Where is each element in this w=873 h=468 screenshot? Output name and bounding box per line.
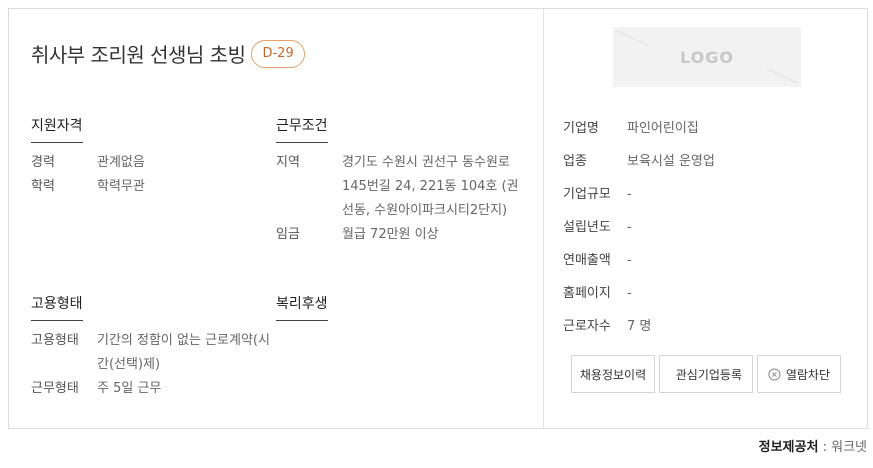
region-value-line: 경기도 수원시 권선구 동수원로 [342,155,510,170]
work-schedule-value: 주 5일 근무 [97,381,162,396]
block-view-button[interactable]: 열람차단 [757,355,841,393]
history-button-label: 채용정보이력 [579,367,647,382]
company-size-label: 기업규모 [563,187,611,202]
employment-type-label: 고용형태 [31,333,79,348]
revenue-label: 연매출액 [563,253,611,268]
close-circle-icon [768,367,781,381]
employment-row-schedule: 근무형태 주 5일 근무 [31,377,161,401]
block-button-label: 열람차단 [785,367,830,382]
action-buttons: 채용정보이력 관심기업등록 열람차단 [571,355,841,393]
vertical-divider [543,9,544,428]
education-value: 학력무관 [97,179,145,194]
source-separator: : [818,440,832,455]
job-card: 취사부 조리원 선생님 초빙 D-29 지원자격 경력 관계없음 학력 학력무관… [8,8,868,429]
history-button[interactable]: 채용정보이력 [571,355,655,393]
region-value-line: 선동, 수원아이파크시티2단지) [342,203,508,218]
region-value: 경기도 수원시 권선구 동수원로 145번길 24, 221동 104호 (권 … [342,151,522,223]
employees-label: 근로자수 [563,319,611,334]
revenue-value: - [627,253,632,268]
favorite-button-label: 관심기업등록 [675,367,742,382]
company-row-industry: 업종 보육시설 운영업 [563,152,715,172]
region-label: 지역 [276,155,300,170]
industry-value: 보육시설 운영업 [627,154,715,169]
career-value: 관계없음 [97,155,145,170]
qualification-row-education: 학력 학력무관 [31,175,145,199]
company-row-name: 기업명 파인어린이집 [563,119,699,139]
logo-text: LOGO [680,47,734,67]
employment-row-type: 고용형태 기간의 정함이 없는 근로계약(시 간(선택)제) [31,329,277,377]
source-label: 정보제공처 [758,440,819,455]
job-title: 취사부 조리원 선생님 초빙 [31,43,246,67]
company-row-founded: 설립년도 - [563,218,632,238]
welfare-heading: 복리후생 [276,293,328,321]
work-schedule-label: 근무형태 [31,381,79,396]
employees-value: 7 명 [627,319,652,334]
company-name-value: 파인어린이집 [627,121,699,136]
heart-icon [670,373,671,375]
qualification-heading: 지원자격 [31,115,83,143]
employment-heading: 고용형태 [31,293,83,321]
favorite-company-button[interactable]: 관심기업등록 [659,355,753,393]
employment-type-line: 기간의 정함이 없는 근로계약(시 [97,333,270,348]
homepage-value: - [627,286,632,301]
company-logo: LOGO [613,27,801,87]
employment-type-value: 기간의 정함이 없는 근로계약(시 간(선택)제) [97,329,277,377]
education-label: 학력 [31,179,55,194]
wage-label: 임금 [276,227,300,242]
conditions-row-region: 지역 경기도 수원시 권선구 동수원로 145번길 24, 221동 104호 … [276,151,522,223]
conditions-row-wage: 임금 월급 72만원 이상 [276,223,439,247]
company-row-homepage: 홈페이지 - [563,284,632,304]
company-row-employees: 근로자수 7 명 [563,317,651,337]
company-size-value: - [627,187,632,202]
title-row: 취사부 조리원 선생님 초빙 D-29 [31,39,305,68]
qualification-row-career: 경력 관계없음 [31,151,145,175]
wage-value: 월급 72만원 이상 [342,227,439,242]
company-row-revenue: 연매출액 - [563,251,632,271]
employment-type-line: 간(선택)제) [97,357,161,372]
company-row-size: 기업규모 - [563,185,632,205]
homepage-label: 홈페이지 [563,286,611,301]
region-value-line: 145번길 24, 221동 104호 (권 [342,179,519,194]
source-value: 워크넷 [831,440,867,455]
info-source: 정보제공처 : 워크넷 [759,436,867,455]
dday-badge: D-29 [251,39,305,68]
founded-label: 설립년도 [563,220,611,235]
founded-value: - [627,220,632,235]
career-label: 경력 [31,155,55,170]
company-name-label: 기업명 [563,121,599,136]
industry-label: 업종 [563,154,587,169]
conditions-heading: 근무조건 [276,115,328,143]
